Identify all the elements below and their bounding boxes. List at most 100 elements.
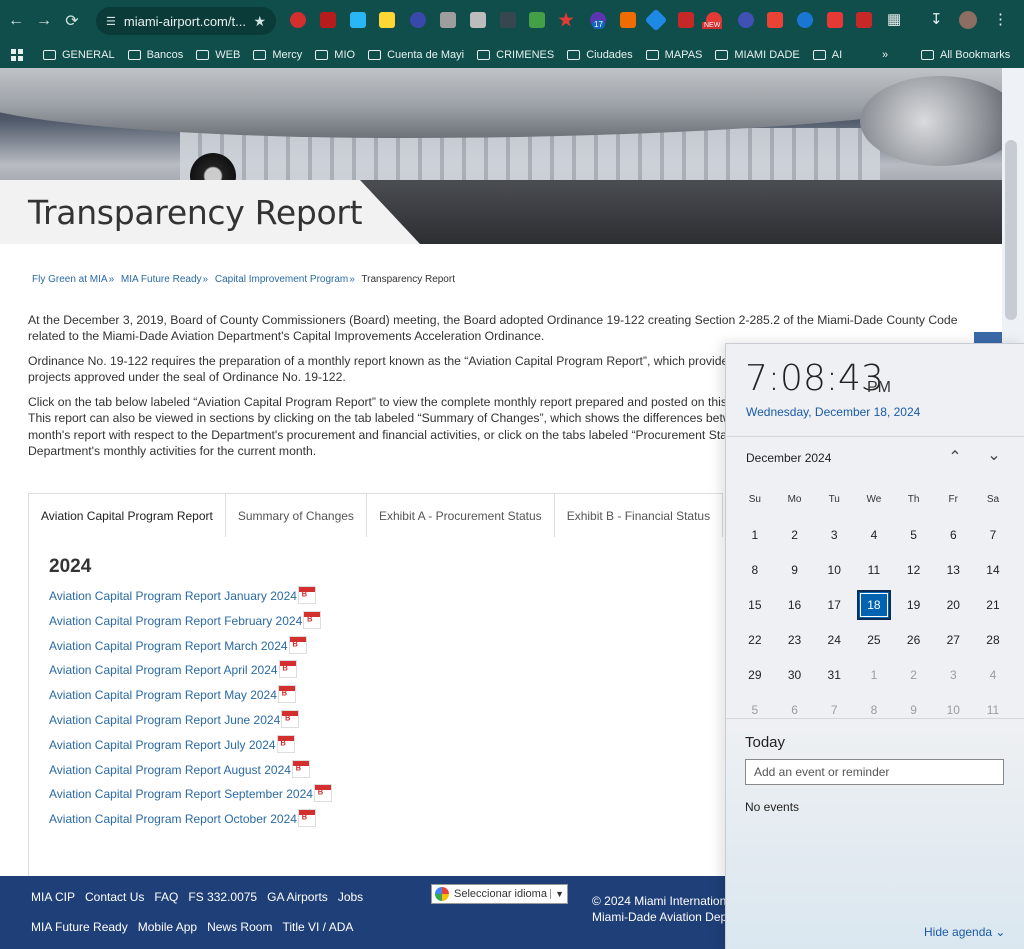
add-event-input[interactable]: Add an event or reminder — [745, 759, 1004, 785]
hide-agenda-button[interactable]: Hide agenda ⌄ — [924, 925, 1005, 939]
extension-icon[interactable] — [500, 12, 516, 28]
bookmark-folder[interactable]: Cuenta de Mayi — [368, 49, 464, 61]
calendar-day[interactable]: 13 — [933, 563, 973, 577]
all-bookmarks-button[interactable]: All Bookmarks — [921, 49, 1010, 61]
calendar-day[interactable]: 7 — [973, 528, 1013, 542]
calendar-day[interactable]: 6 — [933, 528, 973, 542]
back-icon[interactable]: ← — [2, 7, 30, 35]
breadcrumb-link[interactable]: Capital Improvement Program — [215, 274, 348, 285]
language-select[interactable]: Seleccionar idioma ▼ — [431, 884, 568, 904]
report-link[interactable]: Aviation Capital Program Report October … — [49, 809, 332, 837]
report-link[interactable]: Aviation Capital Program Report Septembe… — [49, 784, 332, 812]
footer-link[interactable]: Title VI / ADA — [282, 920, 353, 934]
calendar-day-next-month[interactable]: 3 — [933, 668, 973, 682]
calendar-day[interactable]: 20 — [933, 598, 973, 612]
calendar-day[interactable]: 19 — [894, 598, 934, 612]
calendar-day[interactable]: 9 — [775, 563, 815, 577]
extension-icon[interactable] — [410, 12, 426, 28]
calendar-day[interactable]: 29 — [735, 668, 775, 682]
extension-icon[interactable] — [470, 12, 486, 28]
reload-icon[interactable]: ⟳ — [58, 7, 86, 35]
extension-icon[interactable] — [350, 12, 366, 28]
extension-icon[interactable] — [678, 12, 694, 28]
extension-icon[interactable] — [620, 12, 636, 28]
calendar-day-next-month[interactable]: 7 — [814, 703, 854, 717]
extensions-puzzle-icon[interactable]: ▦ — [887, 10, 901, 28]
bookmark-folder[interactable]: MIAMI DADE — [715, 49, 800, 61]
extension-icon[interactable] — [379, 12, 395, 28]
chevron-up-icon[interactable]: ⌃ — [945, 447, 965, 467]
footer-link[interactable]: FAQ — [154, 890, 178, 904]
bookmark-folder[interactable]: MAPAS — [645, 49, 702, 61]
calendar-day-today[interactable]: 18 — [854, 589, 894, 620]
bookmark-folder[interactable]: CRIMENES — [477, 49, 554, 61]
downloads-icon[interactable]: ↧ — [930, 10, 943, 28]
scrollbar-thumb[interactable] — [1005, 140, 1017, 320]
calendar-day-next-month[interactable]: 5 — [735, 703, 775, 717]
calendar-day[interactable]: 25 — [854, 633, 894, 647]
calendar-day-next-month[interactable]: 4 — [973, 668, 1013, 682]
footer-link[interactable]: MIA CIP — [31, 890, 75, 904]
extension-icon[interactable] — [440, 12, 456, 28]
calendar-day[interactable]: 23 — [775, 633, 815, 647]
footer-link[interactable]: GA Airports — [267, 890, 328, 904]
calendar-day[interactable]: 14 — [973, 563, 1013, 577]
pdf-extension-icon[interactable] — [856, 12, 872, 28]
calendar-day[interactable]: 28 — [973, 633, 1013, 647]
calendar-day[interactable]: 30 — [775, 668, 815, 682]
calendar-day[interactable]: 27 — [933, 633, 973, 647]
calendar-day[interactable]: 21 — [973, 598, 1013, 612]
month-title[interactable]: December 2024 — [746, 451, 831, 465]
calendar-day[interactable]: 26 — [894, 633, 934, 647]
gear-extension-icon[interactable] — [738, 12, 754, 28]
footer-link[interactable]: News Room — [207, 920, 272, 934]
calendar-day[interactable]: 12 — [894, 563, 934, 577]
bookmark-star-icon[interactable]: ★ — [253, 13, 266, 30]
extension-icon[interactable] — [797, 12, 813, 28]
profile-avatar[interactable] — [959, 11, 977, 29]
tab-aviation-capital-program-report[interactable]: Aviation Capital Program Report — [28, 493, 226, 537]
footer-link[interactable]: MIA Future Ready — [31, 920, 128, 934]
bookmark-folder[interactable]: MIO — [315, 49, 355, 61]
calendar-day[interactable]: 8 — [735, 563, 775, 577]
tab-summary-of-changes[interactable]: Summary of Changes — [225, 493, 367, 537]
report-link[interactable]: Aviation Capital Program Report January … — [49, 586, 332, 614]
report-link[interactable]: Aviation Capital Program Report July 202… — [49, 734, 332, 763]
calendar-day[interactable]: 2 — [775, 528, 815, 542]
extension-icon[interactable] — [529, 12, 545, 28]
calendar-day[interactable]: 24 — [814, 633, 854, 647]
calendar-day-next-month[interactable]: 2 — [894, 668, 934, 682]
bookmark-folder[interactable]: WEB — [196, 49, 240, 61]
calendar-day-next-month[interactable]: 6 — [775, 703, 815, 717]
calendar-day[interactable]: 3 — [814, 528, 854, 542]
bookmark-folder[interactable]: Ciudades — [567, 49, 633, 61]
calendar-day-next-month[interactable]: 10 — [933, 703, 973, 717]
chevron-down-icon[interactable]: ⌄ — [984, 445, 1004, 465]
date-link[interactable]: Wednesday, December 18, 2024 — [746, 405, 920, 419]
calendar-day-next-month[interactable]: 9 — [894, 703, 934, 717]
tab-procurement-status[interactable]: Exhibit A - Procurement Status — [366, 493, 555, 537]
bookmark-folder[interactable]: GENERAL — [43, 49, 115, 61]
apps-grid-icon[interactable] — [11, 49, 23, 61]
address-bar[interactable]: ☰ miami-airport.com/t... ★ — [96, 7, 276, 35]
footer-link[interactable]: Mobile App — [138, 920, 197, 934]
extension-icon[interactable] — [320, 12, 336, 28]
report-link[interactable]: Aviation Capital Program Report August 2… — [49, 759, 332, 788]
calendar-day-next-month[interactable]: 1 — [854, 668, 894, 682]
extension-icon[interactable] — [290, 12, 306, 28]
bookmark-folder[interactable]: AI — [812, 49, 842, 61]
breadcrumb-link[interactable]: Fly Green at MIA — [32, 274, 108, 285]
calendar-day[interactable]: 10 — [814, 563, 854, 577]
bookmark-folder[interactable]: Mercy — [253, 49, 302, 61]
footer-link[interactable]: FS 332.0075 — [188, 890, 257, 904]
calendar-day[interactable]: 31 — [814, 668, 854, 682]
calendar-day[interactable]: 17 — [814, 598, 854, 612]
calendar-day-next-month[interactable]: 11 — [973, 703, 1013, 717]
calendar-day[interactable]: 15 — [735, 598, 775, 612]
calendar-day[interactable]: 5 — [894, 528, 934, 542]
calendar-day[interactable]: 22 — [735, 633, 775, 647]
breadcrumb-link[interactable]: MIA Future Ready — [121, 274, 202, 285]
calendar-day[interactable]: 11 — [854, 563, 894, 577]
calendar-day[interactable]: 4 — [854, 528, 894, 542]
download-extension-icon[interactable] — [827, 12, 843, 28]
